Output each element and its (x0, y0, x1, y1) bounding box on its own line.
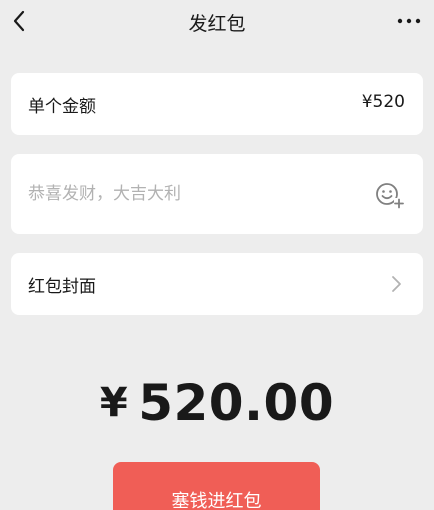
total-amount: ¥520.00 (0, 374, 434, 432)
emoji-button[interactable] (375, 181, 405, 209)
cover-label: 红包封面 (28, 277, 96, 297)
amount-row[interactable]: 单个金额 ¥520 (11, 73, 423, 135)
total-amount-value: 520.00 (138, 374, 335, 432)
emoji-add-icon (376, 183, 404, 209)
red-packet-page: 发红包 单个金额 ¥520 红包封面 (0, 0, 434, 510)
nav-bar: 发红包 (0, 0, 434, 42)
more-dots-icon (397, 18, 421, 24)
chevron-right-icon (392, 276, 401, 292)
cover-row[interactable]: 红包封面 (11, 253, 423, 315)
amount-label: 单个金额 (28, 97, 96, 117)
currency-symbol: ¥ (99, 380, 129, 426)
amount-value[interactable]: ¥520 (362, 92, 405, 112)
message-input[interactable] (28, 180, 368, 208)
more-button[interactable] (394, 8, 424, 34)
page-title: 发红包 (188, 13, 246, 35)
submit-button[interactable]: 塞钱进红包 (113, 462, 320, 510)
message-row (11, 154, 423, 234)
